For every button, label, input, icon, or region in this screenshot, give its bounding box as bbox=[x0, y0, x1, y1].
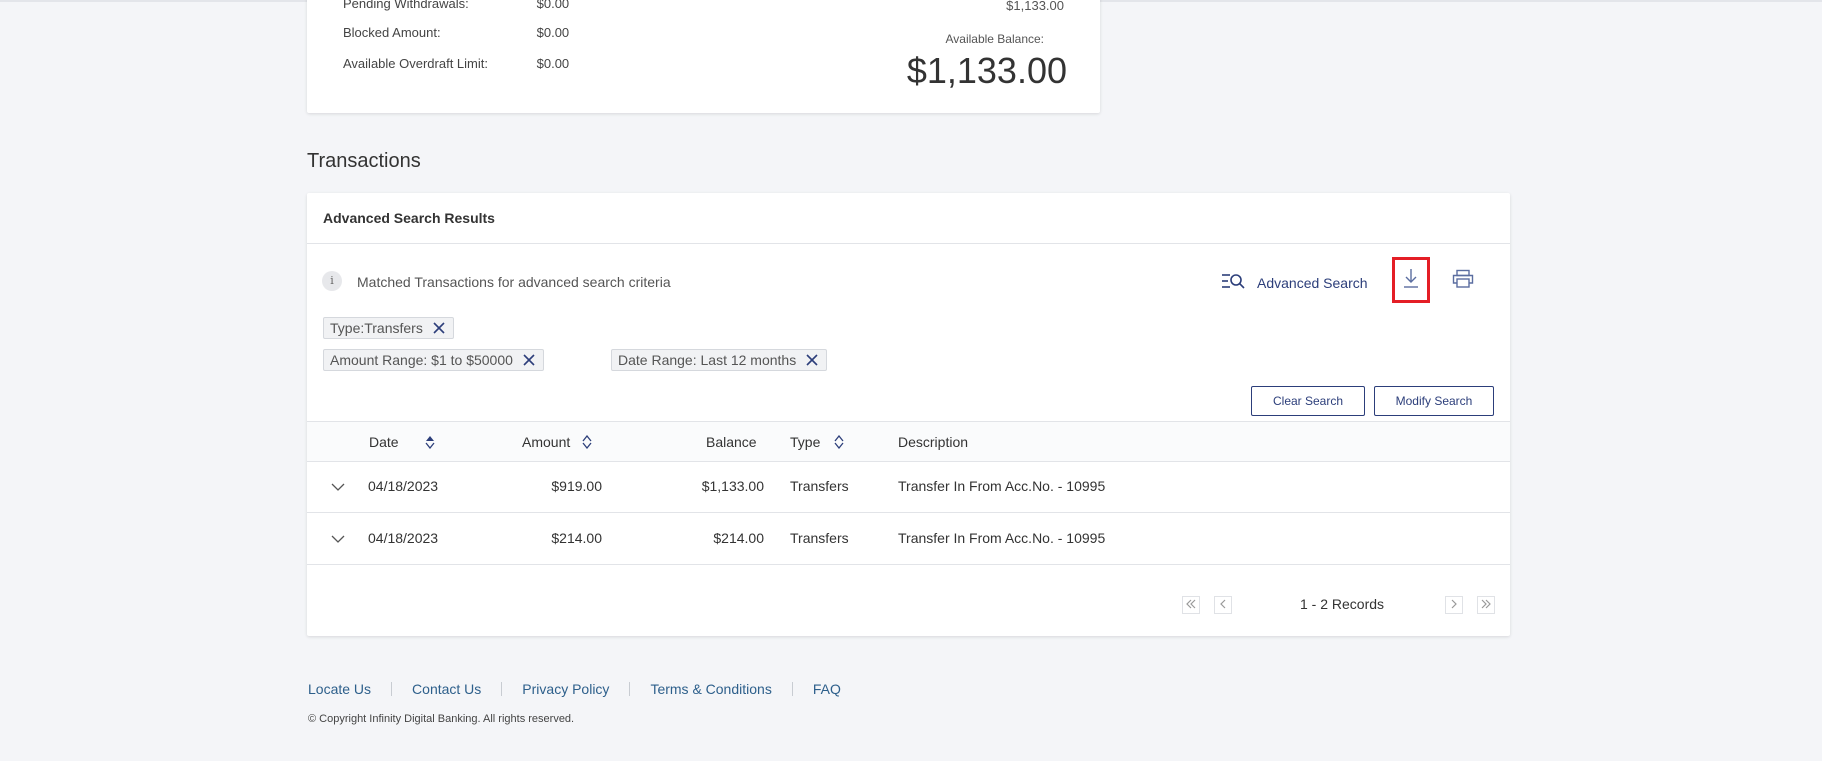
footer-divider bbox=[391, 682, 393, 696]
card-header: Advanced Search Results bbox=[307, 193, 1510, 244]
column-label: Type bbox=[790, 434, 821, 450]
previous-page-button[interactable] bbox=[1214, 596, 1232, 614]
chevron-down-icon[interactable] bbox=[331, 479, 345, 495]
filter-chip-date-range: Date Range: Last 12 months bbox=[611, 349, 828, 371]
column-label: Balance bbox=[706, 434, 757, 450]
search-filter-icon bbox=[1221, 272, 1245, 295]
summary-value: $0.00 bbox=[536, 25, 570, 40]
cell-description: Transfer In From Acc.No. - 10995 bbox=[898, 530, 1106, 546]
summary-row-overdraft-limit: Available Overdraft Limit: $0.00 bbox=[343, 56, 569, 71]
account-summary-card: Pending Withdrawals: $0.00 Blocked Amoun… bbox=[307, 0, 1100, 113]
available-balance-label: Available Balance: bbox=[945, 32, 1044, 46]
filter-chip-type: Type:Transfers bbox=[323, 317, 454, 339]
download-icon bbox=[1401, 267, 1421, 294]
double-chevron-left-icon bbox=[1185, 596, 1197, 614]
cell-type: Transfers bbox=[790, 530, 849, 546]
column-header-type[interactable]: Type bbox=[790, 434, 844, 450]
column-header-balance: Balance bbox=[706, 434, 757, 450]
table-header: Date Amount Balance Type Description bbox=[307, 421, 1510, 462]
filter-chip-label: Date Range: Last 12 months bbox=[618, 352, 797, 368]
modify-search-button[interactable]: Modify Search bbox=[1374, 386, 1494, 416]
cell-date: 04/18/2023 bbox=[368, 530, 439, 546]
table-row[interactable]: 04/18/2023 $919.00 $1,133.00 Transfers T… bbox=[307, 461, 1510, 513]
summary-value: $0.00 bbox=[536, 56, 570, 71]
footer-divider bbox=[629, 682, 631, 696]
chevron-right-icon bbox=[1450, 596, 1458, 614]
summary-value: $0.00 bbox=[536, 0, 570, 11]
double-chevron-right-icon bbox=[1480, 596, 1492, 614]
sort-icon[interactable] bbox=[582, 435, 592, 449]
table-row[interactable]: 04/18/2023 $214.00 $214.00 Transfers Tra… bbox=[307, 513, 1510, 565]
matched-info-text: Matched Transactions for advanced search… bbox=[357, 274, 671, 290]
cell-description: Transfer In From Acc.No. - 10995 bbox=[898, 478, 1106, 494]
footer-link-contact-us[interactable]: Contact Us bbox=[412, 681, 481, 697]
clear-search-button[interactable]: Clear Search bbox=[1251, 386, 1365, 416]
pagination-records: 1 - 2 Records bbox=[1300, 596, 1385, 612]
transactions-card: Advanced Search Results i Matched Transa… bbox=[307, 193, 1510, 636]
filter-chip-label: Type:Transfers bbox=[330, 320, 423, 336]
summary-row-blocked-amount: Blocked Amount: $0.00 bbox=[343, 25, 569, 40]
cell-date: 04/18/2023 bbox=[368, 478, 439, 494]
sort-icon[interactable] bbox=[834, 435, 844, 449]
footer-link-faq[interactable]: FAQ bbox=[813, 681, 841, 697]
footer-link-locate-us[interactable]: Locate Us bbox=[308, 681, 371, 697]
download-button[interactable] bbox=[1392, 257, 1430, 303]
cell-type: Transfers bbox=[790, 478, 849, 494]
cell-amount: $214.00 bbox=[551, 530, 602, 546]
summary-label: Blocked Amount: bbox=[343, 25, 441, 40]
last-page-button[interactable] bbox=[1477, 596, 1495, 614]
advanced-search-link[interactable]: Advanced Search bbox=[1221, 272, 1368, 294]
filter-chip-label: Amount Range: $1 to $50000 bbox=[330, 352, 513, 368]
footer-link-terms[interactable]: Terms & Conditions bbox=[650, 681, 771, 697]
column-header-amount[interactable]: Amount bbox=[522, 434, 592, 450]
footer-divider bbox=[501, 682, 503, 696]
card-title: Advanced Search Results bbox=[323, 210, 495, 226]
filter-chip-amount-range: Amount Range: $1 to $50000 bbox=[323, 349, 544, 371]
footer-link-privacy-policy[interactable]: Privacy Policy bbox=[522, 681, 609, 697]
info-icon: i bbox=[322, 271, 342, 291]
summary-row-pending-withdrawals: Pending Withdrawals: $0.00 bbox=[343, 0, 569, 11]
print-button[interactable] bbox=[1450, 269, 1476, 293]
column-label: Amount bbox=[522, 434, 571, 450]
close-icon[interactable] bbox=[523, 354, 535, 366]
first-page-button[interactable] bbox=[1182, 596, 1200, 614]
cell-balance: $214.00 bbox=[713, 530, 764, 546]
column-label: Description bbox=[898, 434, 969, 450]
current-balance-value: $1,133.00 bbox=[1006, 0, 1064, 13]
column-header-date[interactable]: Date bbox=[369, 434, 435, 450]
chevron-left-icon bbox=[1219, 596, 1227, 614]
summary-label: Available Overdraft Limit: bbox=[343, 56, 488, 71]
transactions-section-title: Transactions bbox=[307, 150, 421, 172]
sort-icon[interactable] bbox=[425, 435, 435, 449]
close-icon[interactable] bbox=[433, 322, 445, 334]
close-icon[interactable] bbox=[806, 354, 818, 366]
cell-balance: $1,133.00 bbox=[701, 478, 764, 494]
chevron-down-icon[interactable] bbox=[331, 531, 345, 547]
summary-label: Pending Withdrawals: bbox=[343, 0, 469, 11]
footer-links: Locate Us Contact Us Privacy Policy Term… bbox=[308, 681, 841, 697]
cell-amount: $919.00 bbox=[551, 478, 602, 494]
print-icon bbox=[1451, 269, 1475, 294]
footer-divider bbox=[791, 682, 793, 696]
column-label: Date bbox=[369, 434, 399, 450]
column-header-description: Description bbox=[898, 434, 968, 450]
copyright-text: © Copyright Infinity Digital Banking. Al… bbox=[308, 713, 575, 725]
available-balance-value: $1,133.00 bbox=[906, 50, 1067, 91]
next-page-button[interactable] bbox=[1445, 596, 1463, 614]
advanced-search-label: Advanced Search bbox=[1257, 275, 1368, 291]
